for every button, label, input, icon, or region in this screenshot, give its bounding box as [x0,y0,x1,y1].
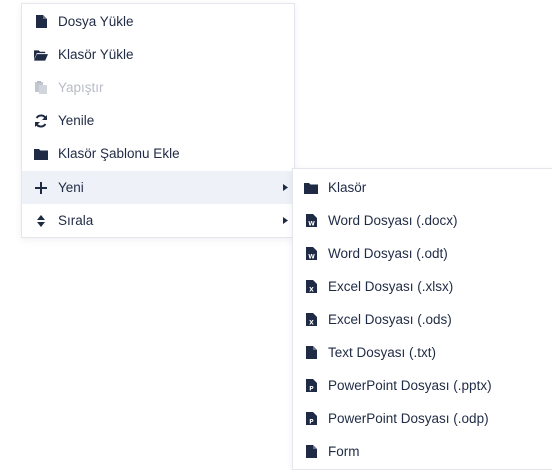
menu-item-label: Dosya Yükle [58,14,134,29]
menu-item-new[interactable]: Yeni [22,171,294,204]
text-file-icon [304,346,318,360]
menu-item-label: Klasör Şablonu Ekle [58,146,180,161]
folder-icon [34,147,48,161]
powerpoint-file-icon: P [304,379,318,393]
chevron-right-icon [283,204,288,237]
svg-text:P: P [309,419,314,426]
submenu-item-label: PowerPoint Dosyası (.odp) [328,411,489,426]
svg-text:X: X [309,320,314,327]
menu-item-label: Yeni [58,180,84,195]
submenu-item-text-txt[interactable]: Text Dosyası (.txt) [293,336,552,369]
menu-item-paste[interactable]: Yapıştır [22,71,294,104]
svg-text:W: W [308,221,315,228]
menu-item-label: Yenile [58,113,95,128]
menu-item-label: Yapıştır [58,80,104,95]
submenu-item-excel-ods[interactable]: X Excel Dosyası (.ods) [293,303,552,336]
excel-file-icon: X [304,313,318,327]
file-upload-icon [34,15,48,29]
svg-text:W: W [308,254,315,261]
submenu-item-label: PowerPoint Dosyası (.pptx) [328,378,492,393]
sort-icon [34,214,48,228]
new-submenu: Klasör W Word Dosyası (.docx) W Word Dos… [292,168,552,470]
submenu-item-form[interactable]: Form [293,435,552,468]
submenu-item-label: Excel Dosyası (.xlsx) [328,279,454,294]
submenu-item-word-docx[interactable]: W Word Dosyası (.docx) [293,204,552,237]
menu-item-sort[interactable]: Sırala [22,204,294,237]
word-file-icon: W [304,247,318,261]
chevron-right-icon [283,171,288,204]
submenu-item-label: Word Dosyası (.odt) [328,246,448,261]
excel-file-icon: X [304,280,318,294]
submenu-item-label: Word Dosyası (.docx) [328,213,458,228]
powerpoint-file-icon: P [304,412,318,426]
menu-item-upload-file[interactable]: Dosya Yükle [22,5,294,38]
submenu-item-word-odt[interactable]: W Word Dosyası (.odt) [293,237,552,270]
menu-item-label: Klasör Yükle [58,47,134,62]
folder-open-icon [34,48,48,62]
plus-icon [34,181,48,195]
form-file-icon [304,445,318,459]
svg-text:P: P [309,386,314,393]
menu-item-label: Sırala [58,213,94,228]
submenu-item-powerpoint-odp[interactable]: P PowerPoint Dosyası (.odp) [293,402,552,435]
submenu-item-excel-xlsx[interactable]: X Excel Dosyası (.xlsx) [293,270,552,303]
folder-icon [304,181,318,195]
submenu-item-folder[interactable]: Klasör [293,171,552,204]
submenu-item-label: Text Dosyası (.txt) [328,345,437,360]
submenu-item-label: Klasör [328,180,367,195]
menu-item-upload-folder[interactable]: Klasör Yükle [22,38,294,71]
svg-text:X: X [309,287,314,294]
menu-item-refresh[interactable]: Yenile [22,104,294,137]
paste-icon [34,81,48,95]
submenu-item-label: Form [328,444,360,459]
submenu-item-powerpoint-pptx[interactable]: P PowerPoint Dosyası (.pptx) [293,369,552,402]
refresh-icon [34,113,48,128]
word-file-icon: W [304,214,318,228]
context-menu: Dosya Yükle Klasör Yükle Yapıştır Yenile… [21,3,295,238]
submenu-item-label: Excel Dosyası (.ods) [328,312,452,327]
menu-item-add-folder-template[interactable]: Klasör Şablonu Ekle [22,137,294,170]
